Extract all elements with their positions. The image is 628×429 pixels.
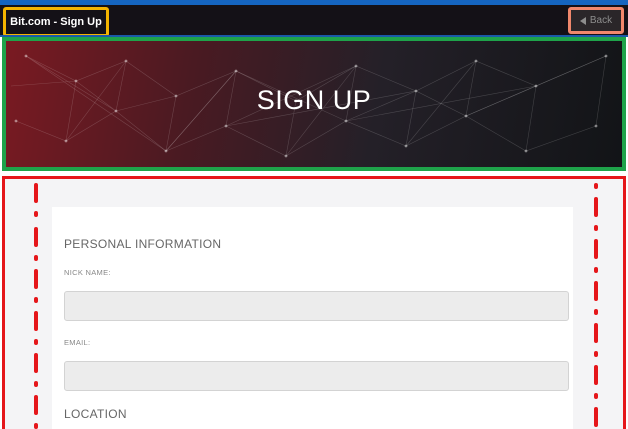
- app-title: Bit.com - Sign Up: [3, 7, 109, 37]
- back-button-label: Back: [589, 15, 613, 26]
- nick-name-label: NICK NAME:: [64, 268, 111, 277]
- signup-form-region: PERSONAL INFORMATION NICK NAME: EMAIL: L…: [2, 176, 626, 429]
- nav-bar: Bit.com - Sign Up Back: [0, 5, 628, 37]
- hero-banner: SIGN UP: [2, 37, 626, 171]
- app-title-text: Bit.com - Sign Up: [10, 16, 102, 28]
- back-button[interactable]: Back: [568, 7, 624, 34]
- left-dash-dot-line: [34, 183, 38, 429]
- form-card: PERSONAL INFORMATION NICK NAME: EMAIL: L…: [52, 207, 573, 429]
- page-title: SIGN UP: [256, 85, 372, 115]
- email-input[interactable]: [64, 361, 569, 391]
- section-heading-location: LOCATION: [64, 407, 127, 421]
- nick-name-input[interactable]: [64, 291, 569, 321]
- section-heading-personal: PERSONAL INFORMATION: [64, 237, 222, 251]
- email-label: EMAIL:: [64, 338, 91, 347]
- triangle-left-icon: [579, 16, 586, 25]
- right-dash-dot-line: [594, 183, 598, 429]
